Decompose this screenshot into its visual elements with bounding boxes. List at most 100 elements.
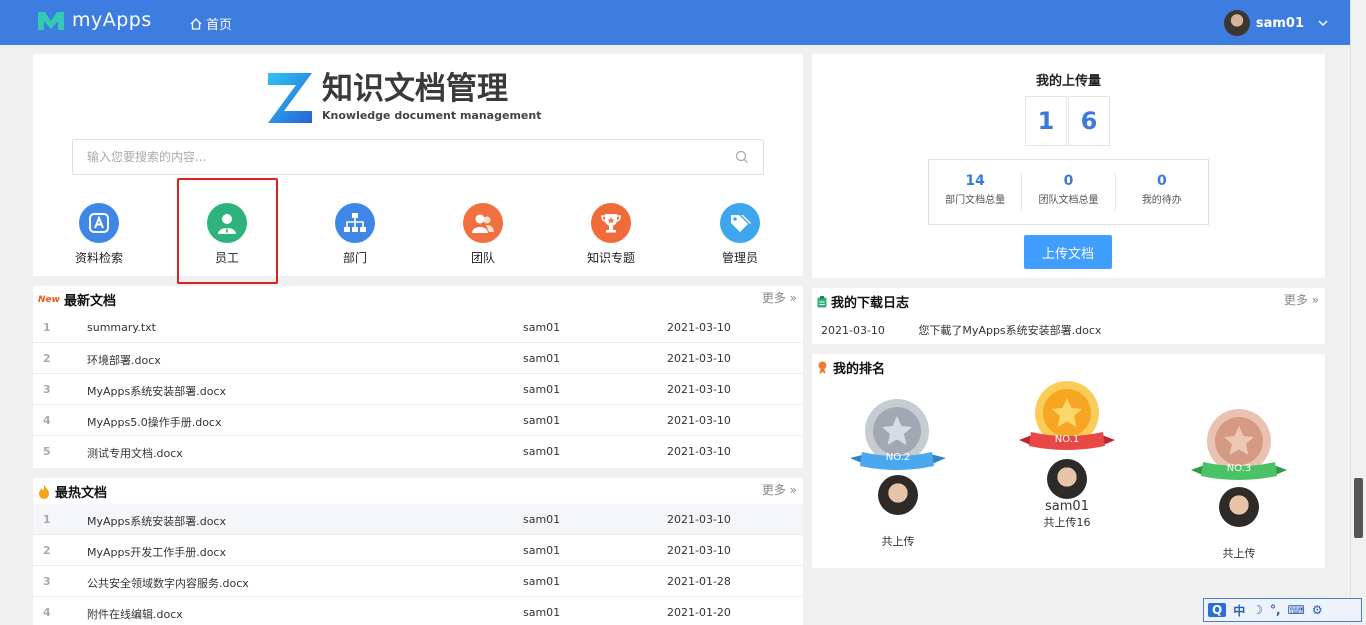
rank-name: sam01 — [1045, 499, 1089, 514]
hot-docs-panel: 最热文档 更多 » 1 MyApps系统安装部署.docx sam01 2021-03… — [33, 478, 803, 625]
nav-admin[interactable]: 管理员 — [690, 199, 790, 266]
table-row[interactable]: 1 summary.txt sam01 2021-03-10 — [33, 312, 803, 343]
ime-logo-icon[interactable]: Q — [1208, 603, 1227, 617]
doc-name[interactable]: MyApps系统安装部署.docx — [87, 383, 226, 399]
doc-date: 2021-01-20 — [667, 606, 731, 619]
search-box — [72, 139, 764, 175]
avatar[interactable] — [878, 475, 918, 515]
section-title: 最热文档 — [55, 486, 108, 501]
silver-medal-icon — [850, 399, 946, 470]
gold-medal-icon — [1019, 381, 1115, 450]
rank-name — [848, 515, 948, 533]
rank-count: 共上传 — [881, 535, 915, 548]
doc-name[interactable]: 环境部署.docx — [87, 352, 161, 368]
new-badge-icon: New — [38, 294, 60, 305]
upload-digit: 6 — [1068, 96, 1110, 146]
team-icon — [463, 203, 503, 243]
doc-author: sam01 — [523, 321, 561, 334]
download-log-panel: 我的下载日志 更多 » 2021-03-10 您下載了MyApps系统安装部署.… — [812, 288, 1325, 344]
more-link[interactable]: 更多 » — [762, 289, 797, 306]
doc-name[interactable]: 附件在线编辑.docx — [87, 606, 183, 622]
doc-author: sam01 — [523, 445, 561, 458]
rank-second: NO.2 共上传 — [848, 398, 948, 549]
table-row[interactable]: 2 MyApps开发工作手册.docx sam01 2021-03-10 — [33, 535, 803, 566]
doc-author: sam01 — [523, 575, 561, 588]
rank-name — [1189, 527, 1289, 545]
keyboard-icon[interactable]: ⌨ — [1288, 603, 1305, 617]
table-row[interactable]: 3 公共安全领域数字内容服务.docx sam01 2021-01-28 — [33, 566, 803, 597]
table-row[interactable]: 2 环境部署.docx sam01 2021-03-10 — [33, 343, 803, 374]
row-number: 2 — [43, 352, 51, 365]
latest-docs-panel: New 最新文档 更多 » 1 summary.txt sam01 2021-03-1… — [33, 286, 803, 468]
punctuation-icon[interactable]: °, — [1270, 603, 1281, 617]
search-icon[interactable] — [735, 150, 749, 164]
doc-date: 2021-03-10 — [667, 383, 731, 396]
table-row[interactable]: 3 MyApps系统安装部署.docx sam01 2021-03-10 — [33, 374, 803, 405]
doc-date: 2021-03-10 — [667, 414, 731, 427]
stat-value: 0 — [1063, 173, 1074, 189]
nav-resource-search[interactable]: 资料检索 — [49, 199, 149, 266]
upload-digit: 1 — [1025, 96, 1067, 146]
section-title: 我的排名 — [833, 362, 886, 377]
tag-icon — [720, 203, 760, 243]
stat-label: 我的待办 — [1141, 195, 1182, 206]
brand-subtitle: Knowledge document management — [322, 109, 542, 122]
app-logo[interactable]: myApps — [36, 8, 152, 32]
stat-todo[interactable]: 0 我的待办 — [1116, 173, 1208, 211]
more-link[interactable]: 更多 » — [1284, 291, 1319, 308]
section-header: 最热文档 — [38, 482, 107, 501]
doc-name[interactable]: MyApps5.0操作手册.docx — [87, 414, 221, 430]
doc-name[interactable]: summary.txt — [87, 321, 156, 334]
table-row[interactable]: 5 测试专用文档.docx sam01 2021-03-10 — [33, 436, 803, 467]
log-entry[interactable]: 2021-03-10 您下載了MyApps系统安装部署.docx — [821, 322, 1101, 338]
table-row[interactable]: 4 附件在线编辑.docx sam01 2021-01-20 — [33, 597, 803, 625]
flame-icon — [39, 484, 49, 499]
stat-label: 部门文档总量 — [945, 195, 1006, 206]
avatar[interactable] — [1047, 459, 1087, 499]
search-input[interactable] — [73, 140, 713, 174]
row-number: 4 — [43, 414, 51, 427]
doc-date: 2021-03-10 — [667, 445, 731, 458]
nav-label: 资料检索 — [74, 251, 123, 265]
avatar — [1223, 10, 1250, 36]
doc-name[interactable]: MyApps系统安装部署.docx — [87, 513, 226, 529]
more-link[interactable]: 更多 » — [762, 481, 797, 498]
rank-count: 共上传16 — [1043, 516, 1091, 529]
username: sam01 — [1255, 15, 1304, 31]
nav-label: 团队 — [470, 251, 495, 265]
medal-icon — [818, 361, 827, 374]
stat-value: 0 — [1156, 173, 1167, 189]
row-number: 1 — [43, 321, 51, 334]
scroll-thumb[interactable] — [1354, 478, 1363, 538]
table-row[interactable]: 1 MyApps系统安装部署.docx sam01 2021-03-10 — [33, 504, 803, 535]
table-row[interactable]: 4 MyApps5.0操作手册.docx sam01 2021-03-10 — [33, 405, 803, 436]
doc-name[interactable]: MyApps开发工作手册.docx — [87, 544, 226, 560]
avatar[interactable] — [1219, 487, 1259, 527]
doc-author: sam01 — [523, 513, 561, 526]
doc-author: sam01 — [523, 606, 561, 619]
settings-icon[interactable]: ⚙ — [1312, 603, 1323, 617]
nav-department[interactable]: 部门 — [305, 199, 405, 266]
stat-dept-docs[interactable]: 14 部门文档总量 — [929, 173, 1023, 211]
ime-toolbar[interactable]: Q 中 ☽ °, ⌨ ⚙ — [1203, 598, 1362, 622]
log-date: 2021-03-10 — [821, 324, 885, 337]
selection-highlight — [177, 178, 278, 284]
section-title: 最新文档 — [63, 294, 116, 309]
double-chevron-icon: » — [785, 483, 797, 497]
nav-knowledge-topic[interactable]: 知识专题 — [561, 199, 661, 266]
upload-button[interactable]: 上传文档 — [1024, 235, 1112, 269]
nav-home[interactable]: 首页 — [190, 14, 232, 33]
nav-team[interactable]: 团队 — [433, 199, 533, 266]
ime-item[interactable]: 中 — [1233, 602, 1245, 619]
row-number: 2 — [43, 544, 51, 557]
moon-icon[interactable]: ☽ — [1252, 603, 1263, 617]
bronze-medal-icon — [1191, 409, 1287, 480]
stat-team-docs[interactable]: 0 团队文档总量 — [1022, 173, 1116, 211]
row-number: 4 — [43, 606, 51, 619]
user-menu[interactable]: sam01 — [1223, 10, 1328, 36]
log-text: 您下載了MyApps系统安装部署.docx — [918, 324, 1102, 337]
doc-name[interactable]: 公共安全领域数字内容服务.docx — [87, 575, 249, 591]
page-scrollbar[interactable] — [1350, 0, 1366, 625]
rank-third: NO.3 共上传 — [1189, 408, 1289, 561]
doc-name[interactable]: 测试专用文档.docx — [87, 445, 183, 461]
